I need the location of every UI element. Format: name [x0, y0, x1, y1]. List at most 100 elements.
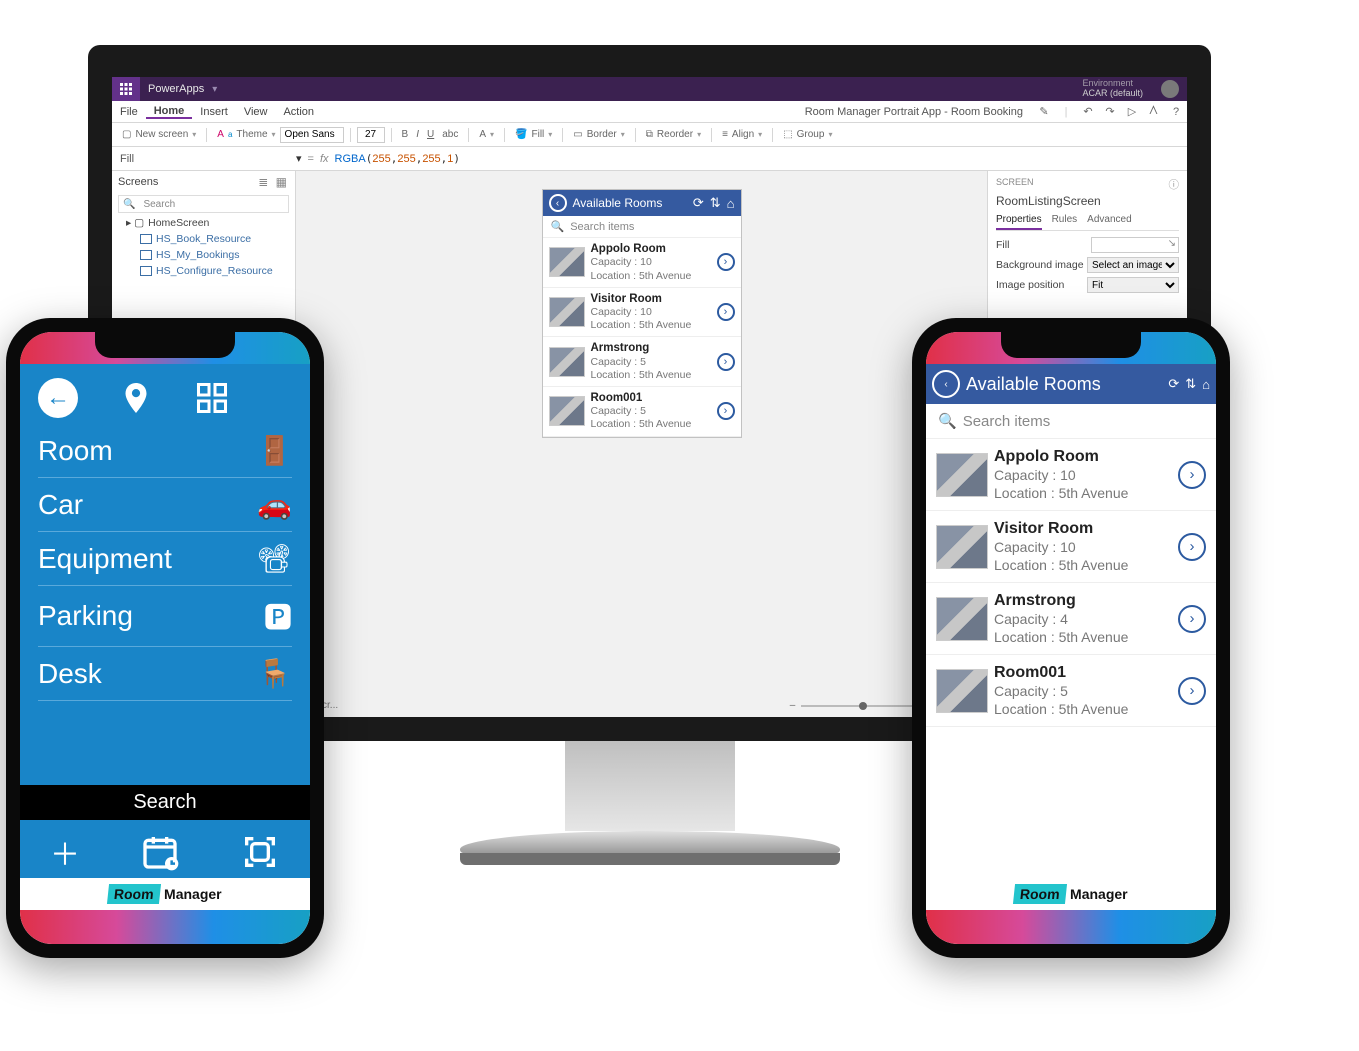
environment-picker[interactable]: Environment ACAR (default) [1072, 77, 1153, 101]
bold-button[interactable]: B [398, 129, 413, 140]
tab-rules[interactable]: Rules [1052, 214, 1078, 230]
room-list-item[interactable]: Visitor RoomCapacity : 10Location : 5th … [543, 288, 741, 338]
sort-icon[interactable]: ⇅ [1185, 376, 1196, 392]
home-screen: ← Room🚪Car🚗Equipment📽Parking🅿︎Desk🪑 Sear… [20, 364, 310, 878]
room-name: Visitor Room [591, 292, 711, 306]
category-row[interactable]: Car🚗 [38, 478, 292, 532]
menu-home[interactable]: Home [146, 105, 193, 119]
selected-screen-name: RoomListingScreen [996, 194, 1179, 208]
reorder-button[interactable]: ⧉ Reorder▾ [642, 129, 705, 140]
font-picker[interactable] [280, 127, 344, 143]
category-label: Parking [38, 600, 133, 632]
tree-item[interactable]: HS_Configure_Resource [112, 263, 295, 279]
tree-item[interactable]: HS_Book_Resource [112, 231, 295, 247]
chevron-right-icon[interactable]: › [1178, 677, 1206, 705]
brand-logo: RoomManager [926, 878, 1216, 910]
chevron-down-icon[interactable]: ▾ [212, 84, 217, 95]
font-size[interactable] [357, 127, 385, 143]
screens-search[interactable]: 🔍Search [118, 195, 289, 213]
border-button[interactable]: ▭ Border▾ [569, 129, 628, 140]
room-capacity: Capacity : 5 [591, 356, 711, 369]
property-selector[interactable]: Fill [112, 153, 296, 165]
fx-icon: fx [320, 153, 335, 165]
fontcolor-button[interactable]: A▾ [475, 129, 498, 140]
user-avatar[interactable] [1161, 80, 1179, 98]
room-list-item[interactable]: Appolo RoomCapacity : 10Location : 5th A… [926, 439, 1216, 511]
canvas-app-preview[interactable]: ‹ Available Rooms ⟳ ⇅ ⌂ 🔍Search items Ap… [542, 189, 742, 438]
category-row[interactable]: Equipment📽 [38, 532, 292, 586]
align-button[interactable]: ≡ Align▾ [718, 129, 766, 140]
checker-icon[interactable]: ✎ [1033, 105, 1055, 118]
phone-mock-home: ← Room🚪Car🚗Equipment📽Parking🅿︎Desk🪑 Sear… [6, 318, 324, 958]
group-button[interactable]: ⬚ Group▾ [779, 129, 836, 140]
bg-image-select[interactable]: Select an image... [1087, 257, 1179, 273]
room-capacity: Capacity : 4 [994, 611, 1172, 629]
redo-icon[interactable]: ↷ [1099, 105, 1121, 118]
category-row[interactable]: Desk🪑 [38, 647, 292, 701]
location-icon[interactable] [118, 380, 154, 416]
search-button[interactable]: Search [20, 785, 310, 820]
home-icon[interactable]: ⌂ [1202, 377, 1210, 392]
fill-picker[interactable] [1091, 237, 1179, 253]
img-pos-select[interactable]: Fit [1087, 277, 1179, 293]
room-name: Room001 [591, 391, 711, 405]
category-label: Room [38, 435, 113, 467]
room-location: Location : 5th Avenue [994, 485, 1172, 503]
chevron-right-icon[interactable]: › [717, 253, 735, 271]
italic-button[interactable]: I [412, 129, 423, 140]
undo-icon[interactable]: ↶ [1077, 105, 1099, 118]
category-row[interactable]: Room🚪 [38, 424, 292, 478]
room-location: Location : 5th Avenue [591, 319, 711, 332]
tree-root[interactable]: ▸ ▢ HomeScreen [112, 215, 295, 231]
chevron-right-icon[interactable]: › [1178, 461, 1206, 489]
chevron-right-icon[interactable]: › [717, 353, 735, 371]
category-row[interactable]: Parking🅿︎ [38, 586, 292, 647]
grid-icon[interactable] [194, 380, 230, 416]
room-list-item[interactable]: Room001Capacity : 5Location : 5th Avenue… [543, 387, 741, 437]
info-icon[interactable]: ⓘ [1169, 177, 1180, 192]
tree-item[interactable]: HS_My_Bookings [112, 247, 295, 263]
back-icon[interactable]: ‹ [549, 194, 567, 212]
chevron-right-icon[interactable]: › [1178, 605, 1206, 633]
refresh-icon[interactable]: ⟳ [1168, 376, 1179, 392]
app-launcher-icon[interactable] [112, 77, 140, 101]
search-row[interactable]: 🔍Search items [543, 216, 741, 238]
search-row[interactable]: 🔍Search items [926, 404, 1216, 439]
formula-bar[interactable]: Fill ▾ = fx RGBA(255,255,255,1) [112, 147, 1187, 171]
room-list-item[interactable]: Visitor RoomCapacity : 10Location : 5th … [926, 511, 1216, 583]
chevron-right-icon[interactable]: › [717, 303, 735, 321]
menu-view[interactable]: View [236, 106, 276, 118]
new-screen-button[interactable]: ▢ New screen▾ [118, 129, 200, 140]
tab-advanced[interactable]: Advanced [1087, 214, 1131, 230]
room-list-item[interactable]: ArmstrongCapacity : 4Location : 5th Aven… [926, 583, 1216, 655]
search-icon: 🔍 [938, 412, 957, 430]
screens-view-icons[interactable]: ≣ ▦ [258, 175, 289, 189]
sort-icon[interactable]: ⇅ [710, 195, 721, 211]
rooms-app: ‹ Available Rooms ⟳ ⇅ ⌂ 🔍Search items Ap… [926, 364, 1216, 727]
calendar-icon[interactable] [140, 832, 180, 872]
menu-file[interactable]: File [112, 106, 146, 118]
tab-properties[interactable]: Properties [996, 214, 1042, 230]
refresh-icon[interactable]: ⟳ [693, 195, 704, 211]
formula-text[interactable]: RGBA(255,255,255,1) [335, 152, 461, 165]
chevron-right-icon[interactable]: › [717, 402, 735, 420]
room-list-item[interactable]: Room001Capacity : 5Location : 5th Avenue… [926, 655, 1216, 727]
canvas-area[interactable]: ‹ Available Rooms ⟳ ⇅ ⌂ 🔍Search items Ap… [296, 171, 987, 717]
theme-button[interactable]: Aa Theme▾ [213, 129, 279, 140]
room-list-item[interactable]: Appolo RoomCapacity : 10Location : 5th A… [543, 238, 741, 288]
home-icon[interactable]: ⌂ [727, 196, 735, 211]
menu-insert[interactable]: Insert [192, 106, 236, 118]
strike-button[interactable]: abc [438, 129, 462, 140]
chevron-right-icon[interactable]: › [1178, 533, 1206, 561]
fill-button[interactable]: 🪣 Fill▾ [511, 129, 556, 140]
help-icon[interactable]: ? [1165, 106, 1187, 118]
add-icon[interactable]: ＋ [50, 830, 80, 874]
back-icon[interactable]: ‹ [932, 370, 960, 398]
back-button[interactable]: ← [38, 378, 78, 418]
room-list-item[interactable]: ArmstrongCapacity : 5Location : 5th Aven… [543, 337, 741, 387]
menu-action[interactable]: Action [275, 106, 322, 118]
underline-button[interactable]: U [423, 129, 438, 140]
share-icon[interactable]: 𐊍 [1143, 105, 1165, 118]
play-icon[interactable]: ▷ [1121, 105, 1143, 118]
scan-icon[interactable] [240, 832, 280, 872]
